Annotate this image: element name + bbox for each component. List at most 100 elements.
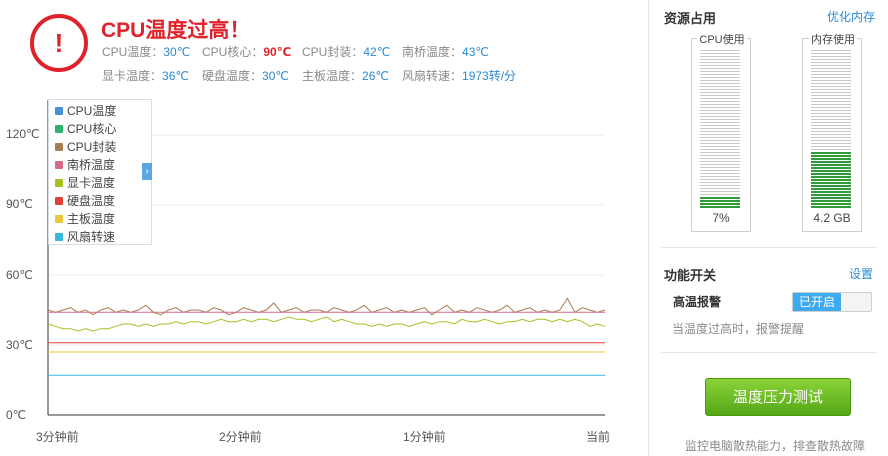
meter-value: 4.2 GB <box>813 211 851 225</box>
meter-label-text: 内存使用 <box>809 34 857 46</box>
legend-item-disk[interactable]: 硬盘温度 <box>55 192 115 209</box>
optimize-memory-link[interactable]: 优化内存 <box>827 8 875 25</box>
stat-label: CPU温度： <box>102 45 164 59</box>
series-line-4 <box>47 316 606 332</box>
meter-bar <box>811 131 851 132</box>
meter-bar <box>811 137 851 138</box>
meter-bar <box>811 146 851 147</box>
x-tick-label: 3分钟前 <box>36 430 79 444</box>
stat-value: 42℃ <box>363 45 391 59</box>
meter-bar <box>811 149 851 150</box>
legend-swatch <box>55 124 63 133</box>
legend-collapse-button[interactable]: › <box>142 163 152 180</box>
meter-bar <box>811 86 851 87</box>
stat-value: 1973转/分 <box>462 69 517 83</box>
meter-bar <box>811 143 851 144</box>
meter-bar <box>700 176 740 177</box>
meter-bar <box>700 194 740 195</box>
meter-bar <box>811 155 851 157</box>
meter-bar <box>700 59 740 60</box>
stat-label: 硬盘温度： <box>202 69 263 83</box>
legend-swatch <box>55 142 63 151</box>
legend-item-cpu-temp[interactable]: CPU温度 <box>55 102 116 119</box>
alert-title: CPU温度过高！ <box>101 19 251 42</box>
meter-bar <box>811 170 851 172</box>
stat-value: 36℃ <box>162 69 189 83</box>
meter-bar <box>811 164 851 166</box>
meter-bar <box>811 68 851 69</box>
functions-title: 功能开关 <box>664 268 717 283</box>
meter-bar <box>700 83 740 84</box>
resources-title: 资源占用 <box>664 11 717 26</box>
stat-fan-speed: 风扇转速：1973转/分 <box>402 67 516 84</box>
legend-item-gpu[interactable]: 显卡温度 <box>55 174 115 191</box>
meter-bar <box>811 80 851 81</box>
meter-bar <box>811 89 851 90</box>
meter-bar <box>811 113 851 114</box>
legend-item-cpu-core[interactable]: CPU核心 <box>55 120 116 137</box>
meter-bar <box>700 167 740 168</box>
meter-bars <box>700 50 740 208</box>
chart-legend: CPU温度 CPU核心 CPU封装 南桥温度 显卡温度 硬盘温度 主板温度 风扇… <box>48 99 152 245</box>
meter-bar <box>700 86 740 87</box>
meter-bar <box>700 71 740 72</box>
meter-bar <box>700 119 740 120</box>
legend-item-southbridge[interactable]: 南桥温度 <box>55 156 115 173</box>
temperature-chart: 120℃ 90℃ 60℃ 30℃ 0℃ 3分钟前 2分钟前 1分钟前 当前 CP… <box>0 92 625 456</box>
legend-swatch <box>55 178 63 187</box>
high-temp-alarm-toggle[interactable]: 已开启 <box>792 292 872 312</box>
meter-bar <box>811 71 851 72</box>
meter-bar <box>700 152 740 153</box>
legend-swatch <box>55 232 63 241</box>
meter-bar <box>700 101 740 102</box>
divider <box>661 352 877 353</box>
meter-bar <box>700 143 740 144</box>
stat-label: 显卡温度： <box>102 69 163 83</box>
meter-bar <box>700 125 740 126</box>
stat-value: 30℃ <box>163 45 191 59</box>
meter-bar <box>811 95 851 96</box>
meter-bar <box>700 80 740 81</box>
meter-bar <box>700 92 740 93</box>
meter-bar <box>811 77 851 78</box>
meter-bar <box>811 62 851 63</box>
meter-bar <box>811 110 851 111</box>
meter-bar <box>700 188 740 189</box>
meter-bar <box>700 161 740 162</box>
meter-bar <box>700 206 740 208</box>
meter-bar <box>700 77 740 78</box>
meter-bar <box>811 50 851 51</box>
meter-bar <box>811 56 851 57</box>
legend-item-fan[interactable]: 风扇转速 <box>55 228 115 245</box>
meter-bar <box>700 98 740 99</box>
legend-label: CPU温度 <box>67 104 117 118</box>
meter-bar <box>811 98 851 99</box>
stat-cpu-core: CPU核心：90℃ <box>202 43 291 60</box>
stress-test-button[interactable]: 温度压力测试 <box>705 378 851 416</box>
meter-bar <box>811 92 851 93</box>
meter-bar <box>700 110 740 111</box>
alert-icon: ! <box>30 14 88 72</box>
meter-bar <box>811 140 851 141</box>
legend-item-cpu-package[interactable]: CPU封装 <box>55 138 116 155</box>
meter-bar <box>700 107 740 108</box>
y-tick-label: 90℃ <box>6 197 33 211</box>
right-panel: 资源占用 优化内存 CPU使用 7% 内存使用 4.2 GB 功能开关 设置 高… <box>648 0 888 456</box>
meter-bar <box>811 107 851 108</box>
meter-bar <box>700 203 740 205</box>
meter-bar <box>700 53 740 54</box>
legend-swatch <box>55 160 63 169</box>
meter-bar <box>811 191 851 193</box>
stat-value: 30℃ <box>262 69 289 83</box>
meter-bar <box>700 131 740 132</box>
meter-bar <box>811 179 851 181</box>
legend-item-board[interactable]: 主板温度 <box>55 210 115 227</box>
meter-bar <box>811 122 851 123</box>
settings-link[interactable]: 设置 <box>849 265 873 282</box>
meter-bar <box>700 197 740 199</box>
meter-bar <box>700 158 740 159</box>
meter-bar <box>700 74 740 75</box>
divider <box>661 247 877 248</box>
meter-bar <box>700 191 740 192</box>
meter-bar <box>700 56 740 57</box>
